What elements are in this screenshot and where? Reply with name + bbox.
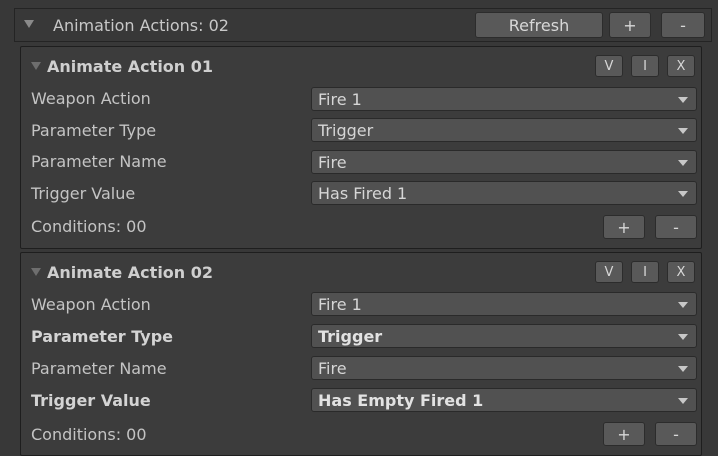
remove-condition-button[interactable]: -: [655, 422, 697, 446]
dropdown-value: Trigger: [318, 121, 374, 140]
chevron-down-icon: [678, 366, 688, 372]
chevron-down-icon: [678, 191, 688, 197]
foldout-arrow-icon[interactable]: [31, 61, 41, 70]
parameter-type-label: Parameter Type: [31, 327, 174, 346]
chevron-down-icon: [678, 97, 688, 103]
foldout-arrow-icon[interactable]: [31, 267, 41, 276]
add-condition-button[interactable]: +: [603, 215, 645, 239]
dropdown-value: Trigger: [318, 327, 383, 346]
animate-action-panel: Animate Action 01 V I X Weapon Action Fi…: [20, 46, 702, 249]
parameter-name-label: Parameter Name: [31, 152, 167, 171]
weapon-action-dropdown[interactable]: Fire 1: [311, 292, 697, 316]
chevron-down-icon: [678, 160, 688, 166]
parameter-type-dropdown[interactable]: Trigger: [311, 324, 697, 348]
action-title[interactable]: Animate Action 01: [31, 57, 213, 76]
trigger-value-dropdown[interactable]: Has Fired 1: [311, 181, 697, 205]
chevron-down-icon: [678, 128, 688, 134]
conditions-label: Conditions: 00: [31, 425, 147, 444]
remove-action-button[interactable]: -: [661, 12, 705, 38]
chevron-down-icon: [678, 334, 688, 340]
animate-action-panel: Animate Action 02 V I X Weapon Action Fi…: [20, 252, 702, 456]
trigger-value-label: Trigger Value: [31, 391, 151, 410]
trigger-value-label: Trigger Value: [31, 184, 136, 203]
action-v-button[interactable]: V: [595, 55, 623, 77]
parameter-name-dropdown[interactable]: Fire: [311, 356, 697, 380]
action-title-label: Animate Action 02: [47, 263, 214, 282]
action-x-button[interactable]: X: [667, 261, 695, 283]
weapon-action-label: Weapon Action: [31, 295, 151, 314]
action-title[interactable]: Animate Action 02: [31, 263, 213, 282]
weapon-action-dropdown[interactable]: Fire 1: [311, 87, 697, 111]
parameter-name-label: Parameter Name: [31, 359, 167, 378]
weapon-action-label: Weapon Action: [31, 89, 151, 108]
dropdown-value: Fire 1: [318, 295, 362, 314]
action-title-label: Animate Action 01: [47, 57, 214, 76]
action-i-button[interactable]: I: [631, 261, 659, 283]
parameter-name-dropdown[interactable]: Fire: [311, 150, 697, 174]
dropdown-value: Has Empty Fired 1: [318, 391, 484, 410]
action-i-button[interactable]: I: [631, 55, 659, 77]
refresh-button[interactable]: Refresh: [475, 12, 603, 38]
chevron-down-icon: [678, 398, 688, 404]
animation-actions-title: Animation Actions: 02: [53, 16, 229, 35]
dropdown-value: Has Fired 1: [318, 184, 408, 203]
trigger-value-dropdown[interactable]: Has Empty Fired 1: [311, 388, 697, 412]
parameter-type-label: Parameter Type: [31, 121, 157, 140]
action-x-button[interactable]: X: [667, 55, 695, 77]
dropdown-value: Fire 1: [318, 90, 362, 109]
chevron-down-icon: [678, 302, 688, 308]
animation-actions-header: Animation Actions: 02 Refresh + -: [14, 8, 712, 42]
add-action-button[interactable]: +: [609, 12, 651, 38]
dropdown-value: Fire: [318, 359, 347, 378]
parameter-type-dropdown[interactable]: Trigger: [311, 118, 697, 142]
foldout-arrow-icon[interactable]: [24, 20, 34, 28]
dropdown-value: Fire: [318, 153, 347, 172]
remove-condition-button[interactable]: -: [655, 215, 697, 239]
action-v-button[interactable]: V: [595, 261, 623, 283]
add-condition-button[interactable]: +: [603, 422, 645, 446]
conditions-label: Conditions: 00: [31, 217, 147, 236]
